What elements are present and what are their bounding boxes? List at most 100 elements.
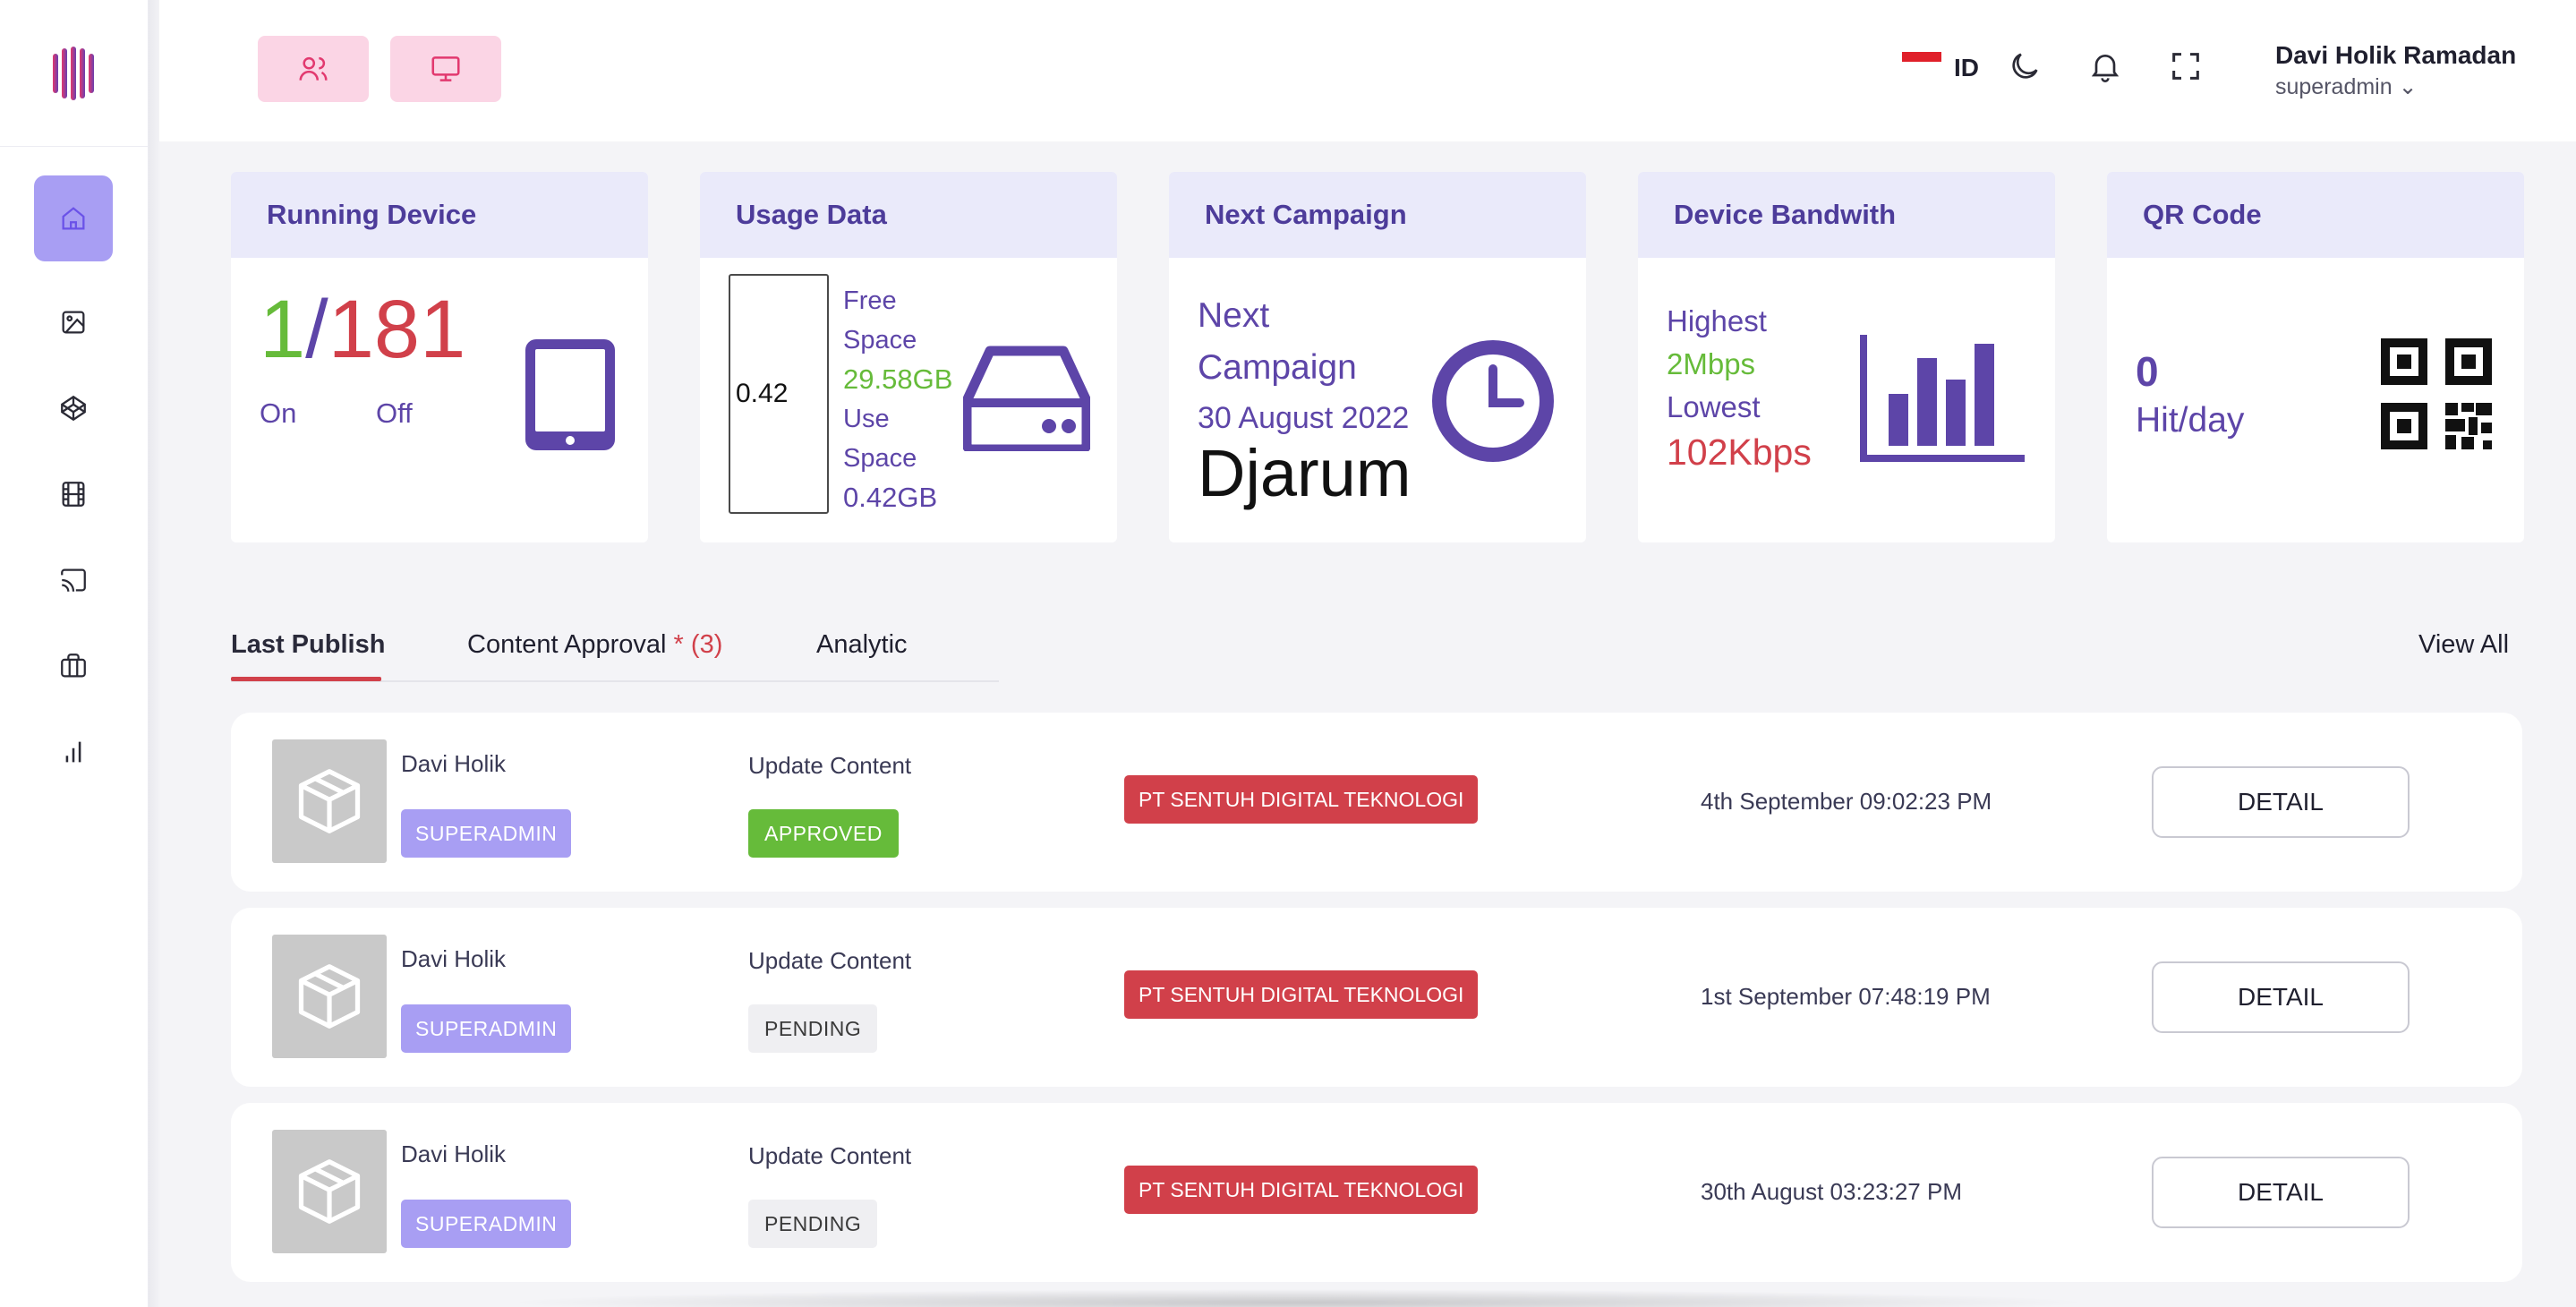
publisher-name: Davi Holik [401, 750, 507, 777]
qr-code-card: QR Code 0 Hit/day [2107, 172, 2524, 542]
free-space-value: 29.58GB [843, 363, 953, 395]
on-label: On [260, 397, 297, 429]
card-title: Running Device [231, 172, 648, 258]
box-icon [298, 964, 361, 1029]
free-label: Free [843, 286, 897, 315]
campaign-date: 30 August 2022 [1198, 401, 1410, 435]
sidebar-item-home[interactable] [34, 175, 113, 261]
publish-row: Davi Holik SUPERADMIN Update Content PEN… [231, 1103, 2522, 1282]
status-badge: PENDING [748, 1200, 878, 1248]
clock-icon [1432, 340, 1554, 462]
status-badge: APPROVED [748, 809, 899, 858]
detail-button[interactable]: DETAIL [2152, 766, 2410, 838]
card-title: QR Code [2107, 172, 2524, 258]
campaign-name: Djarum [1198, 436, 1412, 510]
publish-action: Update Content [748, 1142, 912, 1169]
hits-count: 0 [2136, 348, 2159, 395]
language-selector[interactable]: ID [1954, 54, 1979, 82]
tab-content-approval[interactable]: Content Approval * (3) [467, 630, 722, 660]
publish-action: Update Content [748, 752, 912, 779]
approval-count-badge: (3) [690, 630, 723, 659]
company-badge: PT SENTUH DIGITAL TEKNOLOGI [1124, 1166, 1479, 1214]
tab-last-publish[interactable]: Last Publish [231, 630, 385, 660]
publish-action: Update Content [748, 947, 912, 974]
sidebar [0, 0, 149, 1307]
tab-analytic[interactable]: Analytic [816, 630, 908, 660]
view-all-link[interactable]: View All [2418, 630, 2509, 660]
next-label: Next [1198, 296, 1270, 335]
scroll-shadow [501, 1289, 2094, 1307]
campaign-label: Campaign [1198, 348, 1357, 387]
highest-label: Highest [1667, 304, 1767, 337]
briefcase-icon [61, 654, 86, 678]
devices-button[interactable] [390, 36, 501, 102]
publisher-role-badge: SUPERADMIN [401, 809, 572, 858]
maximize-icon [2172, 53, 2199, 80]
sidebar-item-reports[interactable] [34, 709, 113, 795]
lowest-label: Lowest [1667, 390, 1761, 423]
highest-value: 2Mbps [1667, 347, 1756, 380]
card-title: Next Campaign [1169, 172, 1586, 258]
image-icon [62, 311, 85, 334]
use-label: Use [843, 405, 890, 433]
publisher-name: Davi Holik [401, 945, 507, 972]
usage-text: Free Space 29.58GB Use Space 0.42GB [843, 281, 952, 517]
film-icon [62, 482, 85, 507]
user-role-dropdown[interactable]: superadmin ⌄ [2275, 73, 2418, 100]
moon-icon [2012, 53, 2038, 79]
fullscreen-button[interactable] [2166, 47, 2205, 86]
device-count: 1/181 [260, 288, 465, 371]
sidebar-item-templates[interactable] [34, 365, 113, 451]
sidebar-item-images[interactable] [34, 279, 113, 365]
sidebar-item-campaigns[interactable] [34, 623, 113, 709]
sidebar-item-cast[interactable] [34, 537, 113, 623]
devices-total-count: 181 [328, 284, 466, 375]
off-label: Off [376, 397, 413, 429]
card-title: Device Bandwith [1638, 172, 2055, 258]
content-thumbnail [272, 739, 387, 863]
count-separator: / [305, 284, 328, 375]
notifications-button[interactable] [2086, 47, 2125, 86]
users-button[interactable] [258, 36, 369, 102]
cast-icon [61, 568, 86, 592]
publisher-role-badge: SUPERADMIN [401, 1004, 572, 1053]
detail-button[interactable]: DETAIL [2152, 961, 2410, 1033]
next-campaign-card: Next Campaign Next Campaign 30 August 20… [1169, 172, 1586, 542]
sidebar-item-videos[interactable] [34, 451, 113, 537]
running-device-card: Running Device 1/181 On Off [231, 172, 648, 542]
dark-mode-toggle[interactable] [2005, 47, 2044, 86]
device-bandwidth-card: Device Bandwith Highest 2Mbps Lowest 102… [1638, 172, 2055, 542]
box-icon [298, 1159, 361, 1224]
publish-date: 30th August 03:23:27 PM [1701, 1178, 1962, 1205]
content-thumbnail [272, 935, 387, 1058]
active-tab-indicator [231, 677, 381, 681]
tab-bar: Last Publish Content Approval * (3) Anal… [231, 618, 999, 682]
publisher-name: Davi Holik [401, 1140, 507, 1167]
top-header: ID Davi Holik Ramadan superadmin ⌄ [159, 0, 2576, 141]
detail-button[interactable]: DETAIL [2152, 1157, 2410, 1228]
use-space-value: 0.42GB [843, 482, 938, 513]
qr-code-icon [2381, 338, 2492, 449]
tablet-icon [525, 339, 615, 450]
publisher-role-badge: SUPERADMIN [401, 1200, 572, 1248]
hits-label: Hit/day [2136, 401, 2245, 440]
publish-date: 4th September 09:02:23 PM [1701, 788, 1992, 815]
user-name[interactable]: Davi Holik Ramadan [2275, 41, 2516, 70]
status-badge: PENDING [748, 1004, 878, 1053]
content-thumbnail [272, 1130, 387, 1253]
tab-content-approval-label: Content Approval [467, 630, 667, 659]
free-label: Space [843, 326, 917, 355]
indonesia-flag-icon[interactable] [1902, 52, 1941, 72]
publish-date: 1st September 07:48:19 PM [1701, 983, 1991, 1010]
logo-icon [53, 46, 94, 100]
usage-gauge: 0.42 [729, 274, 829, 514]
company-badge: PT SENTUH DIGITAL TEKNOLOGI [1124, 775, 1479, 824]
company-badge: PT SENTUH DIGITAL TEKNOLOGI [1124, 970, 1479, 1019]
bar-chart-icon [65, 741, 81, 763]
box-icon [298, 769, 361, 833]
monitor-icon [431, 56, 460, 81]
card-title: Usage Data [700, 172, 1117, 258]
publish-row: Davi Holik SUPERADMIN Update Content PEN… [231, 908, 2522, 1087]
app-logo[interactable] [0, 0, 149, 147]
hard-drive-icon [963, 346, 1090, 451]
